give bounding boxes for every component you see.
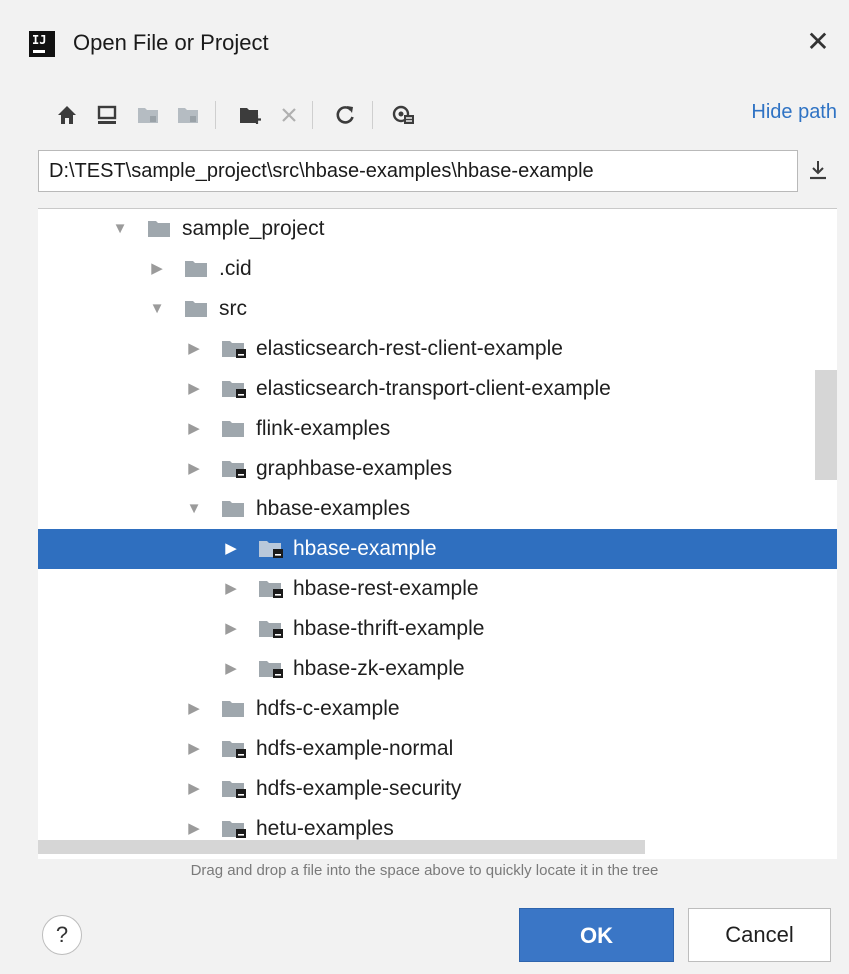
tree-row-label: hbase-rest-example — [293, 577, 479, 600]
tree-row[interactable]: ▶ hbase-example — [38, 529, 837, 569]
path-input[interactable] — [38, 150, 798, 192]
new-folder-button[interactable] — [232, 95, 266, 135]
new-folder-icon — [240, 108, 261, 124]
home-icon — [58, 106, 76, 124]
tree-row-label: hbase-zk-example — [293, 657, 465, 680]
tree-row[interactable]: ▶ hdfs-example-normal — [38, 729, 837, 769]
tree-row[interactable]: ▶ hbase-rest-example — [38, 569, 837, 609]
download-button[interactable] — [806, 158, 834, 186]
module-folder-icon — [259, 541, 283, 558]
tree-row-label: .cid — [219, 257, 252, 280]
tree-row[interactable]: ▶ hbase-thrift-example — [38, 609, 837, 649]
home-button[interactable] — [50, 95, 84, 135]
module-folder-icon — [222, 741, 246, 758]
tree-row-label: hbase-examples — [256, 497, 411, 520]
expand-arrow-open-icon[interactable]: ▼ — [147, 289, 167, 329]
toolbar-separator — [312, 101, 313, 129]
expand-arrow-open-icon[interactable]: ▼ — [110, 209, 130, 249]
folder-icon — [222, 501, 244, 517]
module-folder-icon — [259, 621, 283, 638]
module-folder-icon — [222, 461, 246, 478]
title-bar: IJ Open File or Project ✕ — [0, 0, 849, 88]
folder-icon — [222, 701, 244, 717]
expand-arrow-closed-icon[interactable]: ▶ — [184, 729, 204, 769]
vertical-scrollbar[interactable] — [815, 370, 837, 480]
tree-row[interactable]: ▼ src — [38, 289, 837, 329]
refresh-button[interactable] — [328, 95, 362, 135]
open-file-dialog: IJ Open File or Project ✕ Hide path D:\T… — [0, 0, 849, 974]
expand-arrow-closed-icon[interactable]: ▶ — [147, 249, 167, 289]
tree-row[interactable]: ▶ hdfs-example-security — [38, 769, 837, 809]
tree-row[interactable]: ▶ elasticsearch-rest-client-example — [38, 329, 837, 369]
tree-row[interactable]: ▼ hbase-examples — [38, 489, 837, 529]
tree-row-label: hbase-thrift-example — [293, 617, 485, 640]
folder-icon — [185, 301, 207, 317]
tree-row[interactable]: ▶ flink-examples — [38, 409, 837, 449]
expand-arrow-closed-icon[interactable]: ▶ — [184, 409, 204, 449]
module-folder-icon — [222, 341, 246, 358]
expand-arrow-closed-icon[interactable]: ▶ — [184, 329, 204, 369]
expand-arrow-closed-icon[interactable]: ▶ — [221, 529, 241, 569]
hide-path-link[interactable]: Hide path — [751, 101, 837, 124]
tree-row[interactable]: ▶ graphbase-examples — [38, 449, 837, 489]
module-folder-icon — [178, 108, 198, 123]
toolbar-separator — [372, 101, 373, 129]
show-hidden-icon — [392, 105, 414, 124]
cancel-button[interactable]: Cancel — [688, 908, 831, 962]
delete-icon — [282, 108, 296, 122]
drag-drop-hint: Drag and drop a file into the space abov… — [190, 862, 659, 879]
expand-arrow-closed-icon[interactable]: ▶ — [184, 689, 204, 729]
tree-row-label: hdfs-example-security — [256, 777, 462, 800]
module-directory-button[interactable] — [170, 95, 204, 135]
help-button[interactable]: ? — [42, 915, 82, 955]
desktop-button[interactable] — [90, 95, 124, 135]
dialog-title: Open File or Project — [73, 30, 269, 55]
module-folder-icon — [259, 581, 283, 598]
folder-icon — [185, 261, 207, 277]
close-button[interactable]: ✕ — [800, 24, 836, 60]
tree-row-label: sample_project — [182, 217, 325, 240]
show-hidden-button[interactable] — [386, 95, 420, 135]
module-folder-icon — [222, 381, 246, 398]
expand-arrow-open-icon[interactable]: ▼ — [184, 489, 204, 529]
tree-row-label: elasticsearch-transport-client-example — [256, 377, 611, 400]
project-directory-button[interactable] — [130, 95, 164, 135]
tree-row[interactable]: ▼ sample_project — [38, 209, 837, 249]
tree-row[interactable]: ▶ elasticsearch-transport-client-example — [38, 369, 837, 409]
toolbar-separator — [215, 101, 216, 129]
refresh-icon — [336, 106, 354, 124]
tree-row-label: elasticsearch-rest-client-example — [256, 337, 563, 360]
tree-row[interactable]: ▶ .cid — [38, 249, 837, 289]
tree-row-label: graphbase-examples — [256, 457, 453, 480]
delete-button[interactable] — [272, 95, 306, 135]
folder-icon — [148, 221, 170, 237]
module-folder-icon — [259, 661, 283, 678]
tree-row-label: flink-examples — [256, 417, 391, 440]
intellij-app-icon: IJ — [29, 31, 55, 57]
project-folder-icon — [138, 108, 158, 123]
tree-row-label: hdfs-c-example — [256, 697, 400, 720]
ok-button[interactable]: OK — [519, 908, 674, 962]
expand-arrow-closed-icon[interactable]: ▶ — [184, 449, 204, 489]
tree-row[interactable]: ▶ hdfs-c-example — [38, 689, 837, 729]
expand-arrow-closed-icon[interactable]: ▶ — [184, 369, 204, 409]
desktop-icon — [97, 105, 117, 124]
expand-arrow-closed-icon[interactable]: ▶ — [221, 609, 241, 649]
horizontal-scrollbar[interactable] — [38, 840, 645, 854]
tree-row[interactable]: ▶ hbase-zk-example — [38, 649, 837, 689]
tree-row-label: hdfs-example-normal — [256, 737, 454, 760]
expand-arrow-closed-icon[interactable]: ▶ — [184, 769, 204, 809]
module-folder-icon — [222, 781, 246, 798]
module-folder-icon — [222, 821, 246, 838]
expand-arrow-closed-icon[interactable]: ▶ — [221, 649, 241, 689]
toolbar: Hide path — [0, 95, 849, 139]
download-icon — [810, 161, 826, 180]
folder-icon — [222, 421, 244, 437]
path-row — [38, 150, 838, 192]
expand-arrow-closed-icon[interactable]: ▶ — [221, 569, 241, 609]
tree-row-label: src — [219, 297, 247, 320]
tree-row-label: hbase-example — [293, 537, 437, 560]
file-tree[interactable]: ▼ sample_project ▶ .cid ▼ src ▶ elasticsearch-r… — [38, 208, 837, 859]
